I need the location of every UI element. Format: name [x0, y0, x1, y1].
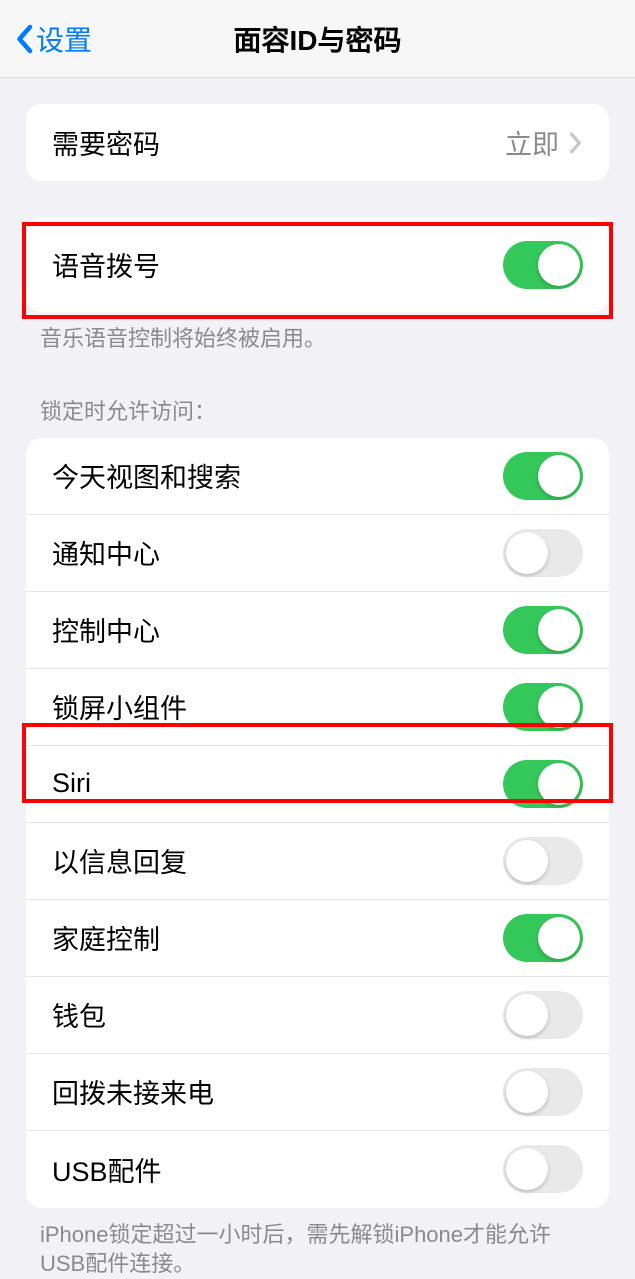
usb-accessories-row: USB配件: [26, 1131, 609, 1208]
lock-screen-widgets-toggle[interactable]: [503, 683, 583, 731]
reply-with-message-label: 以信息回复: [52, 841, 187, 880]
lock-screen-widgets-label: 锁屏小组件: [52, 687, 187, 726]
voice-dial-label: 语音拨号: [52, 245, 160, 284]
reply-with-message-toggle[interactable]: [503, 837, 583, 885]
locked-access-header: 锁定时允许访问：: [40, 394, 595, 426]
siri-row: Siri: [26, 746, 609, 823]
home-control-row: 家庭控制: [26, 900, 609, 977]
wallet-row: 钱包: [26, 977, 609, 1054]
today-view-row: 今天视图和搜索: [26, 438, 609, 515]
siri-label: Siri: [52, 768, 91, 799]
voice-dial-group: 语音拨号: [26, 217, 609, 312]
require-passcode-value: 立即: [505, 123, 583, 162]
wallet-label: 钱包: [52, 995, 106, 1034]
chevron-left-icon: [14, 24, 34, 54]
require-passcode-group: 需要密码 立即: [26, 104, 609, 181]
locked-access-group: 今天视图和搜索 通知中心 控制中心 锁屏小组件 Siri 以信息回复 家庭控制: [26, 438, 609, 1208]
usb-accessories-label: USB配件: [52, 1150, 162, 1189]
require-passcode-row[interactable]: 需要密码 立即: [26, 104, 609, 181]
notification-center-row: 通知中心: [26, 515, 609, 592]
return-missed-calls-row: 回拨未接来电: [26, 1054, 609, 1131]
page-title: 面容ID与密码: [0, 19, 635, 59]
require-passcode-label: 需要密码: [52, 123, 160, 162]
return-missed-calls-toggle[interactable]: [503, 1068, 583, 1116]
require-passcode-detail: 立即: [505, 123, 559, 162]
return-missed-calls-label: 回拨未接来电: [52, 1072, 214, 1111]
siri-toggle[interactable]: [503, 760, 583, 808]
home-control-toggle[interactable]: [503, 914, 583, 962]
voice-dial-toggle[interactable]: [503, 241, 583, 289]
back-button[interactable]: 设置: [14, 19, 92, 59]
today-view-label: 今天视图和搜索: [52, 456, 241, 495]
control-center-row: 控制中心: [26, 592, 609, 669]
reply-with-message-row: 以信息回复: [26, 823, 609, 900]
today-view-toggle[interactable]: [503, 452, 583, 500]
usb-accessories-footnote: iPhone锁定超过一小时后，需先解锁iPhone才能允许USB配件连接。: [40, 1220, 595, 1279]
lock-screen-widgets-row: 锁屏小组件: [26, 669, 609, 746]
usb-accessories-toggle[interactable]: [503, 1145, 583, 1193]
home-control-label: 家庭控制: [52, 918, 160, 957]
control-center-label: 控制中心: [52, 610, 160, 649]
control-center-toggle[interactable]: [503, 606, 583, 654]
notification-center-label: 通知中心: [52, 533, 160, 572]
navigation-bar: 设置 面容ID与密码: [0, 0, 635, 78]
wallet-toggle[interactable]: [503, 991, 583, 1039]
voice-dial-row: 语音拨号: [26, 217, 609, 312]
notification-center-toggle[interactable]: [503, 529, 583, 577]
voice-dial-footnote: 音乐语音控制将始终被启用。: [40, 324, 595, 354]
chevron-right-icon: [569, 132, 583, 154]
back-label: 设置: [36, 19, 92, 59]
